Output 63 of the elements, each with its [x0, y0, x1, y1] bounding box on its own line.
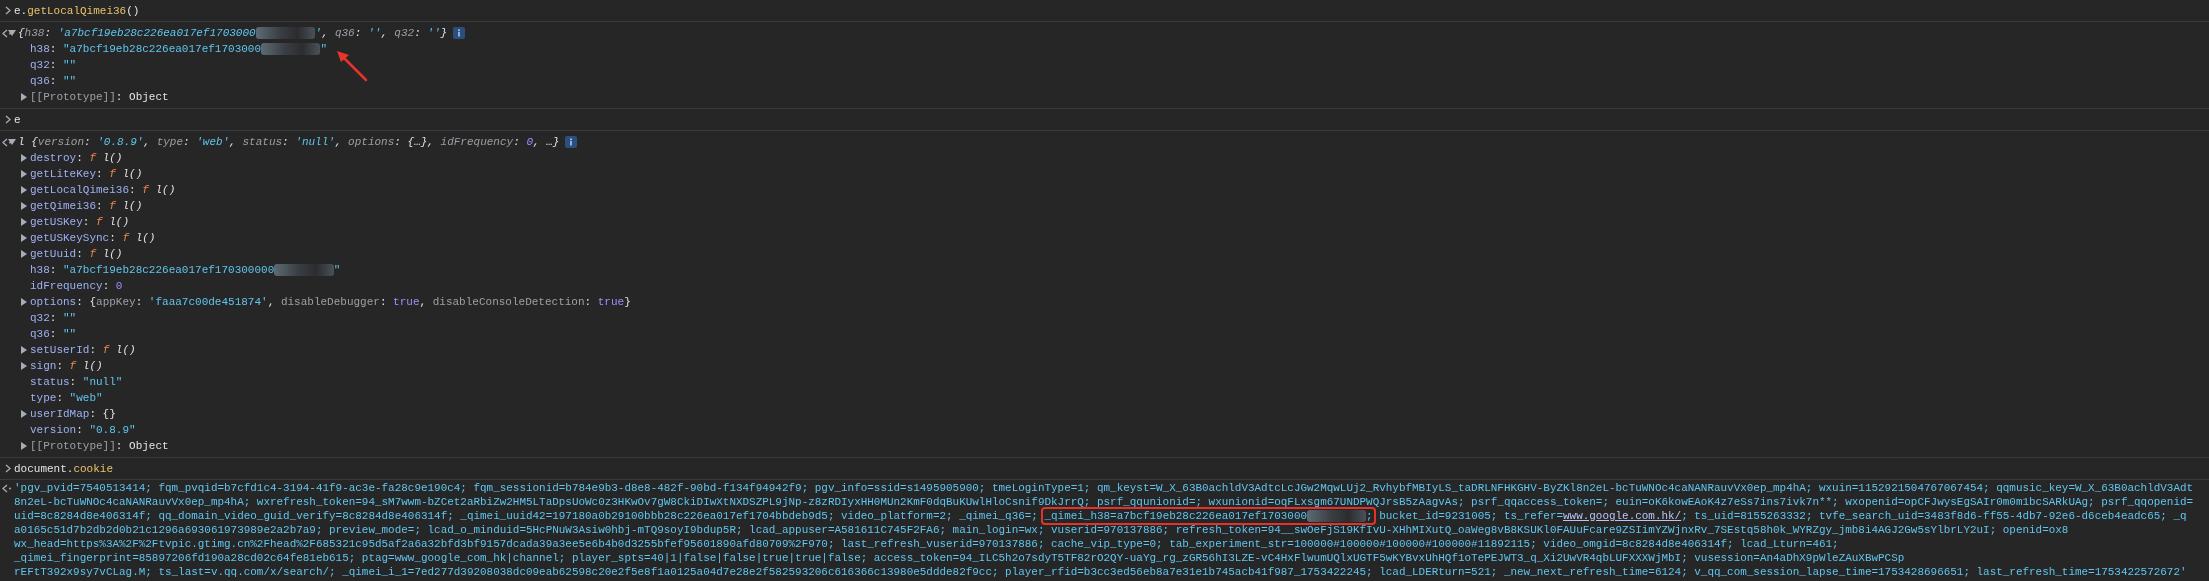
- caret-right-icon[interactable]: [21, 186, 27, 194]
- property-line: getUSKeySync: f l(): [30, 231, 156, 246]
- caret-right-icon[interactable]: [21, 362, 27, 370]
- caret-right-icon[interactable]: [21, 202, 27, 210]
- command-text: document.cookie: [14, 461, 114, 477]
- caret-right-icon[interactable]: [21, 170, 27, 178]
- caret-down-icon[interactable]: [8, 139, 16, 145]
- property-line: h38: "a7bcf19eb28c226ea017ef1703000: [30, 42, 262, 57]
- command-text: e: [14, 112, 21, 128]
- caret-right-icon[interactable]: [21, 234, 27, 242]
- property-line: options: {appKey: 'faaa7c00de451874', disableDebugger: true, disableConsoleDetection: true}: [30, 295, 631, 310]
- caret-right-icon[interactable]: [21, 93, 27, 101]
- property-line: getUSKey: f l(): [30, 215, 130, 230]
- caret-right-icon[interactable]: [21, 410, 27, 418]
- property-line: getQimei36: f l(): [30, 199, 143, 214]
- property-line: ": [320, 42, 328, 57]
- cookie-text-line: ;: [1366, 509, 1373, 523]
- property-line: setUserId: f l(): [30, 343, 136, 358]
- cookie-text-line: wx_head=https%3A%2F%2Ftvpic.gtimg.cn%2Fhead%2F685321c95d5af2a6a32bfd3bf9157dcada39a3ee5e6b4b0d3255bfef95601890afd80709%2F970; last_refresh_vuserid=970137886; cache_vip_type=0; tab_experiment_str=100000#100000#100000#100000#11892115; video_omgid=8c8284d8e406314f; lcad_Lturn=461;: [14, 537, 1839, 551]
- cookie-text-line: 'pgv_pvid=7540513414; fqm_pvqid=b7cfd1c4-3194-41f9-ac3e-fa28c9e190c4; fqm_sessionid=b784e9b3-d8e8-482f-90bd-f134f94942f9; pgv_info=ssid=s1495905900; tmeLoginType=1; qm_keyst=W_X_63B0achldV3AdtcLcJGw2MqwLUj2_RvhybfMBIyLS_taDRLNFHKGHV-ByZKl8n2eL-bcTuWNOc4caNANRauvVx0ep_mp4hA; wxuin=1152921504767067454; qqmusic_key=W_X_63B0achldV3Adt: [14, 481, 2194, 495]
- cookie-text-line: 8n2eL-bcTuWNOc4caNANRauvVx0ep_mp4hA; wxrefresh_token=94_sM7wwm-bZCet2aRbiZw2HM5LTaDpsUoWc0z3HKwOv7gW8CkiDIwXtNXDSZPL9jNp-z8zRDIyxHH0MUn2KmF0dqBuKUwlHloCsnif9DkJrrQ; psrf_qqunionid=; wxunionid=oqFLxsgm67UNDPWQJrsB5zAagvAs; psrf_qqaccess_token=; euin=oK6kowEAoK4z7eSs7ins7ivk7n**; wxopenid=opCFJwysEgSAIr0m0m1bcSARkUAg; psrf_qqopenid=: [14, 495, 2194, 509]
- command-text: e.getLocalQimei36(): [14, 3, 140, 19]
- property-line: q32: "": [30, 58, 77, 73]
- caret-right-icon[interactable]: [21, 154, 27, 162]
- property-line: getLiteKey: f l(): [30, 167, 143, 182]
- object-preview: {h38: 'a7bcf19eb28c226ea017ef1703000: [18, 26, 256, 41]
- prompt-chevron-icon: [5, 115, 11, 124]
- cookie-text-line: bucket_id=9231005; ts_refer=www.google.com.hk/; ts_uid=8155263332; tvfe_search_uid=3483f8d6-ff55-4db7-92e6-d6ceb4eadc65; _q: [1378, 509, 2187, 523]
- property-line: getLocalQimei36: f l(): [30, 183, 176, 198]
- cookie-text-line: _qimei_fingerprint=85897206fd190a28cd02c64fe81eb615; ptag=www_google_com_hk|channel; player_spts=40|1|false|false|true|true|false; access_token=94_ILC5h2o7sdyT5TF82rO2QY-uaYg_rg_zGR56hI3LZE-vC4HxFlwumUQlxUGTF5wKYBvxUhHQf1oTePEJWT3_q_Xi2UwVR4qbLUFXXXWjMbI; vusession=An4aDhX9pWleZAuXBwPCSp: [14, 551, 1905, 565]
- info-icon[interactable]: [565, 136, 578, 148]
- property-line: q36: "": [30, 74, 77, 89]
- property-line: q32: "": [30, 311, 77, 326]
- caret-right-icon[interactable]: [21, 346, 27, 354]
- property-line: type: "web": [30, 391, 103, 406]
- cookie-text-line: _qimei_h38=a7bcf19eb28c226ea017ef1703000: [1044, 509, 1308, 523]
- property-line: idFrequency: 0: [30, 279, 123, 294]
- property-line: getUuid: f l(): [30, 247, 123, 262]
- property-line: [[Prototype]]: Object: [30, 90, 169, 105]
- object-preview: ', q36: '', q32: ''}: [315, 26, 448, 41]
- cookie-text-line: a0165c51d7b2db2d0b21c1296a693061973989e2a2b7a9; preview_mode=; lcad_o_minduid=5HcPNuW3Asiw0hbj-mTQ9soyI9bdup5R; lcad_appuser=A581611C745F2FA6; main_login=wx; vuserid=970137886; refresh_token=94__swOeFjS19KfIvU-XHhMIXutQ_oaWeg8vB8KSUKl0FAUuFcare9ZSIimYZWjnxRv_7SEstq58h0k_WYRZgy_jmb8i4AGJ2Gw5sYlbrLY2uI; openid=ox8: [14, 523, 2069, 537]
- property-line: ": [333, 263, 341, 278]
- object-preview: l {version: '0.8.9', type: 'web', status: 'null', options: {…}, idFrequency: 0, …}: [18, 135, 560, 150]
- prompt-chevron-icon: [5, 6, 11, 15]
- property-line: version: "0.8.9": [30, 423, 136, 438]
- caret-down-icon[interactable]: [8, 30, 16, 36]
- caret-right-icon[interactable]: [21, 250, 27, 258]
- property-line: destroy: f l(): [30, 151, 123, 166]
- caret-right-icon[interactable]: [21, 442, 27, 450]
- prompt-chevron-icon: [5, 464, 11, 473]
- property-line: h38: "a7bcf19eb28c226ea017ef170300000: [30, 263, 275, 278]
- caret-right-icon[interactable]: [21, 218, 27, 226]
- property-line: userIdMap: {}: [30, 407, 116, 422]
- result-arrow-icon: [2, 483, 12, 493]
- property-line: status: "null": [30, 375, 123, 390]
- property-line: sign: f l(): [30, 359, 103, 374]
- caret-right-icon[interactable]: [21, 298, 27, 306]
- link[interactable]: www.google.com.hk/: [1563, 510, 1682, 522]
- cookie-text-line: rEFtT392x9sy7vCLag.M; ts_last=v.qq.com/x/search/; _qimei_i_1=7ed277d39208038dc09eab62598c20e2f5e8f1a0125a04d7e28e2f582593206c616366c13980e5ddde82f9cc; player_rfid=b3cc3ed56eb8a7e31e1b745acb41f987_1753422245; lcad_LDERturn=521; _new_next_refresh_time=6124; v_qq_com_session_lapse_time=1753428696651; last_refresh_time=1753422572672': [14, 565, 2187, 579]
- cookie-text-line: uid=8c8284d8e406314f; qq_domain_video_guid_verify=8c8284d8e406314f; _qimei_uuid42=197180a0b29100bbb28c226ea017ef1704bbdeb9d5; video_platform=2; _qimei_q36=;: [14, 509, 1039, 523]
- property-line: [[Prototype]]: Object: [30, 439, 169, 454]
- info-icon[interactable]: [453, 27, 466, 39]
- property-line: q36: "": [30, 327, 77, 342]
